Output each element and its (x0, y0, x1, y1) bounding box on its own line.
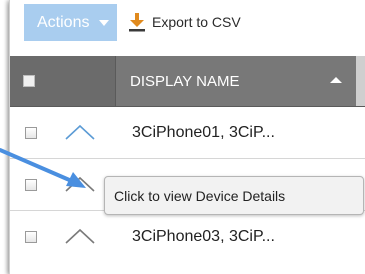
row-checkbox[interactable] (25, 231, 37, 243)
chevron-up-icon[interactable] (64, 227, 96, 245)
export-label: Export to CSV (152, 14, 241, 30)
column-divider (356, 56, 365, 106)
sort-ascending-icon[interactable] (330, 77, 342, 83)
tooltip-text: Click to view Device Details (114, 187, 286, 204)
column-header-label: DISPLAY NAME (130, 72, 240, 90)
row-display-name[interactable]: 3CiPhone01, 3CiP... (132, 107, 275, 158)
row-display-name[interactable]: 3CiPhone03, 3CiP... (132, 211, 275, 262)
table-row[interactable]: 3CiPhone03, 3CiP... (10, 211, 365, 262)
column-header-display-name[interactable]: DISPLAY NAME (116, 56, 356, 106)
export-to-csv-button[interactable]: Export to CSV (128, 6, 241, 38)
annotation-arrow-icon (0, 148, 86, 188)
download-icon (129, 13, 145, 32)
device-details-tooltip: Click to view Device Details (104, 176, 364, 215)
